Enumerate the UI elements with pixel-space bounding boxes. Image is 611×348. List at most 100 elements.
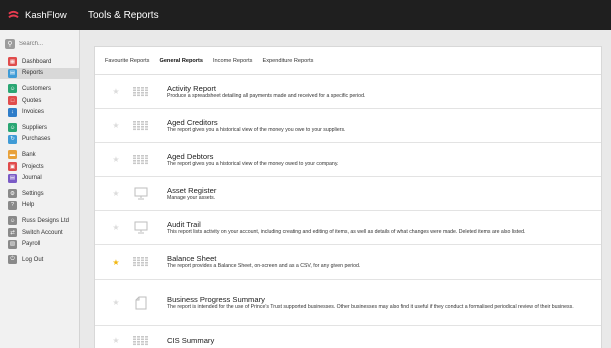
spreadsheet-icon	[131, 85, 151, 99]
sidebar-item-help[interactable]: ? Help	[0, 200, 79, 212]
report-row-aged-debtors[interactable]: ★ Aged Debtors The report gives you a hist…	[95, 143, 601, 177]
reports-icon: ▤	[8, 68, 17, 78]
search-box[interactable]: ⚲	[5, 37, 74, 50]
report-row-balance-sheet[interactable]: ★ Balance Sheet The report provides a Bala…	[95, 245, 601, 280]
report-title[interactable]: Audit Trail	[167, 220, 593, 229]
tab-expenditure-reports[interactable]: Expenditure Reports	[262, 58, 313, 64]
sidebar-item-bank[interactable]: ▬ Bank	[0, 149, 79, 161]
favourite-star-icon[interactable]: ★	[95, 258, 131, 267]
report-text: Aged Creditors The report gives you a his…	[167, 118, 601, 134]
sidebar-item-label: Invoices	[22, 109, 45, 116]
sidebar-item-label: Purchases	[22, 136, 51, 143]
sidebar-item-label: Customers	[22, 85, 52, 92]
sidebar-item-russ-designs-ltd[interactable]: ☺ Russ Designs Ltd	[0, 215, 79, 227]
monitor-icon	[131, 221, 151, 235]
report-description: The report provides a Balance Sheet, on-…	[167, 263, 361, 269]
report-description: Produce a spreadsheet detailing all paym…	[167, 92, 366, 99]
report-text: Audit Trail This report lists activity on…	[167, 220, 601, 236]
invoices-icon: ↓	[8, 107, 17, 117]
sidebar-item-log-out[interactable]: ⏻ Log Out	[0, 254, 79, 266]
report-title[interactable]: Aged Creditors	[167, 118, 593, 127]
sidebar-item-dashboard[interactable]: ▦ Dashboard	[0, 56, 79, 68]
sidebar-item-customers[interactable]: ☺ Customers	[0, 83, 79, 95]
quotes-icon: □	[8, 96, 17, 106]
favourite-star-icon[interactable]: ★	[95, 298, 131, 307]
sidebar-item-label: Quotes	[22, 97, 42, 104]
sidebar-item-settings[interactable]: ⚙ Settings	[0, 188, 79, 200]
report-row-aged-creditors[interactable]: ★ Aged Creditors The report gives you a hi…	[95, 109, 601, 143]
report-title[interactable]: CIS Summary	[167, 336, 593, 345]
tab-favourite-reports[interactable]: Favourite Reports	[105, 58, 149, 64]
report-row-asset-register[interactable]: ★ Asset Register Manage your assets.	[95, 177, 601, 211]
purchases-icon: ↻	[8, 134, 17, 144]
favourite-star-icon[interactable]: ★	[95, 87, 131, 96]
suppliers-icon: ☺	[8, 123, 17, 133]
search-input[interactable]	[19, 40, 74, 47]
sidebar-item-label: Russ Designs Ltd	[22, 217, 70, 224]
search-icon: ⚲	[5, 38, 15, 49]
spreadsheet-icon	[131, 255, 151, 269]
monitor-icon	[131, 187, 151, 201]
sidebar-item-label: Help	[22, 202, 35, 209]
favourite-star-icon[interactable]: ★	[95, 336, 131, 345]
customers-icon: ☺	[8, 84, 17, 94]
sidebar-nav: ▦ Dashboard ▤ Reports ☺ Customers □ Quotes ↓ Invo…	[0, 56, 79, 266]
brand[interactable]: KashFlow	[0, 10, 80, 21]
sidebar-item-label: Journal	[22, 175, 42, 182]
sidebar-item-suppliers[interactable]: ☺ Suppliers	[0, 122, 79, 134]
tab-general-reports[interactable]: General Reports	[159, 58, 203, 64]
favourite-star-icon[interactable]: ★	[95, 189, 131, 198]
dashboard-icon: ▦	[8, 57, 17, 67]
sidebar-item-label: Suppliers	[22, 124, 48, 131]
report-title[interactable]: Activity Report	[167, 84, 593, 93]
report-row-activity-report[interactable]: ★ Activity Report Produce a spreadsheet de…	[95, 75, 601, 109]
sidebar-item-projects[interactable]: ▣ Projects	[0, 161, 79, 173]
report-row-business-progress-summary[interactable]: ★ Business Progress Summary The report is …	[95, 280, 601, 326]
tab-income-reports[interactable]: Income Reports	[213, 58, 252, 64]
kashflow-logo-icon	[8, 10, 19, 18]
switch-icon: ⇄	[8, 228, 17, 238]
sidebar-item-quotes[interactable]: □ Quotes	[0, 95, 79, 107]
help-icon: ?	[8, 200, 17, 210]
report-row-audit-trail[interactable]: ★ Audit Trail This report lists activity o…	[95, 211, 601, 245]
report-description: The report gives you a historical view o…	[167, 126, 346, 133]
sidebar-item-payroll[interactable]: ▧ Payroll	[0, 238, 79, 250]
sidebar-item-invoices[interactable]: ↓ Invoices	[0, 106, 79, 118]
report-text: Business Progress Summary The report is i…	[167, 295, 601, 311]
report-description: This report lists activity on your accou…	[167, 228, 526, 235]
report-title[interactable]: Business Progress Summary	[167, 295, 593, 304]
report-text: Balance Sheet The report provides a Balan…	[167, 254, 601, 270]
sidebar-item-label: Reports	[22, 70, 44, 77]
favourite-star-icon[interactable]: ★	[95, 121, 131, 130]
favourite-star-icon[interactable]: ★	[95, 223, 131, 232]
spreadsheet-icon	[131, 119, 151, 133]
report-text: CIS Summary	[167, 336, 601, 345]
projects-icon: ▣	[8, 162, 17, 172]
report-row-cis-summary[interactable]: ★ CIS Summary	[95, 326, 601, 348]
sidebar-item-reports[interactable]: ▤ Reports	[0, 67, 79, 80]
gear-icon: ⚙	[8, 189, 17, 199]
report-tabs: Favourite Reports General Reports Income R…	[95, 47, 601, 75]
logout-icon: ⏻	[8, 255, 17, 265]
user-icon: ☺	[8, 216, 17, 226]
reports-panel: Favourite Reports General Reports Income R…	[94, 46, 602, 348]
spreadsheet-icon	[131, 334, 151, 348]
report-list: ★ Activity Report Produce a spreadsheet de…	[95, 75, 601, 348]
report-title[interactable]: Asset Register	[167, 186, 593, 195]
report-title[interactable]: Balance Sheet	[167, 254, 593, 263]
bank-icon: ▬	[8, 150, 17, 160]
sidebar-item-switch-account[interactable]: ⇄ Switch Account	[0, 227, 79, 239]
favourite-star-icon[interactable]: ★	[95, 155, 131, 164]
sidebar-item-label: Switch Account	[22, 229, 63, 236]
report-text: Asset Register Manage your assets.	[167, 186, 601, 202]
sidebar-item-label: Dashboard	[22, 58, 52, 65]
journal-icon: ▤	[8, 173, 17, 183]
sidebar-item-label: Payroll	[22, 241, 41, 248]
sidebar-item-journal[interactable]: ▤ Journal	[0, 172, 79, 184]
sidebar-item-purchases[interactable]: ↻ Purchases	[0, 134, 79, 146]
sidebar: ⚲ ▦ Dashboard ▤ Reports ☺ Customers □ Quotes ↓ In…	[0, 30, 80, 348]
sidebar-item-label: Projects	[22, 163, 44, 170]
report-title[interactable]: Aged Debtors	[167, 152, 593, 161]
sidebar-item-label: Settings	[22, 190, 44, 197]
report-text: Activity Report Produce a spreadsheet det…	[167, 84, 601, 100]
